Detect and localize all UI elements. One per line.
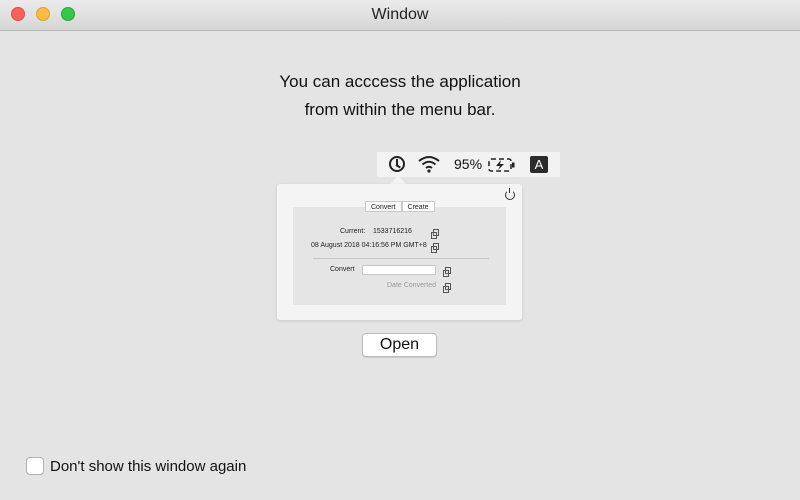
battery-percent: 95% [454,156,483,172]
headline-line-1: You can acccess the application [279,72,521,91]
window-title: Window [371,6,429,23]
tab-convert: Convert [365,201,402,212]
popover-arrow [390,176,406,184]
convert-input [362,265,436,275]
open-button[interactable]: Open [362,333,437,357]
wifi-icon [418,156,440,173]
current-label: Current: [340,228,366,235]
current-timestamp: 1533716216 [373,228,412,235]
mode-segmented-control: Convert Create [365,201,435,212]
convert-label: Convert [330,266,355,273]
input-source-badge: A [530,156,548,173]
power-icon [505,188,515,200]
date-value: 08 August 2018 04:16:56 PM GMT+8 [311,242,427,249]
copy-icon [443,267,451,277]
headline-line-2: from within the menu bar. [304,100,496,119]
date-converted-placeholder: Date Converted [387,282,437,289]
converter-panel: Convert Create Current: 1533716216 08 Au… [293,201,506,305]
copy-icon [431,229,439,239]
title-bar: Window [0,0,800,31]
copy-icon [431,243,439,253]
battery-charging-icon [488,158,515,172]
app-window: Window You can acccess the application f… [0,0,800,500]
copy-icon [443,283,451,293]
divider [313,258,489,259]
menu-bar-preview: 95% A [377,152,560,177]
clock-icon [389,156,405,172]
dont-show-checkbox[interactable] [26,457,44,475]
dont-show-label[interactable]: Don't show this window again [50,458,246,475]
popover-preview: Convert Create Current: 1533716216 08 Au… [277,184,522,320]
tab-create: Create [401,201,435,212]
